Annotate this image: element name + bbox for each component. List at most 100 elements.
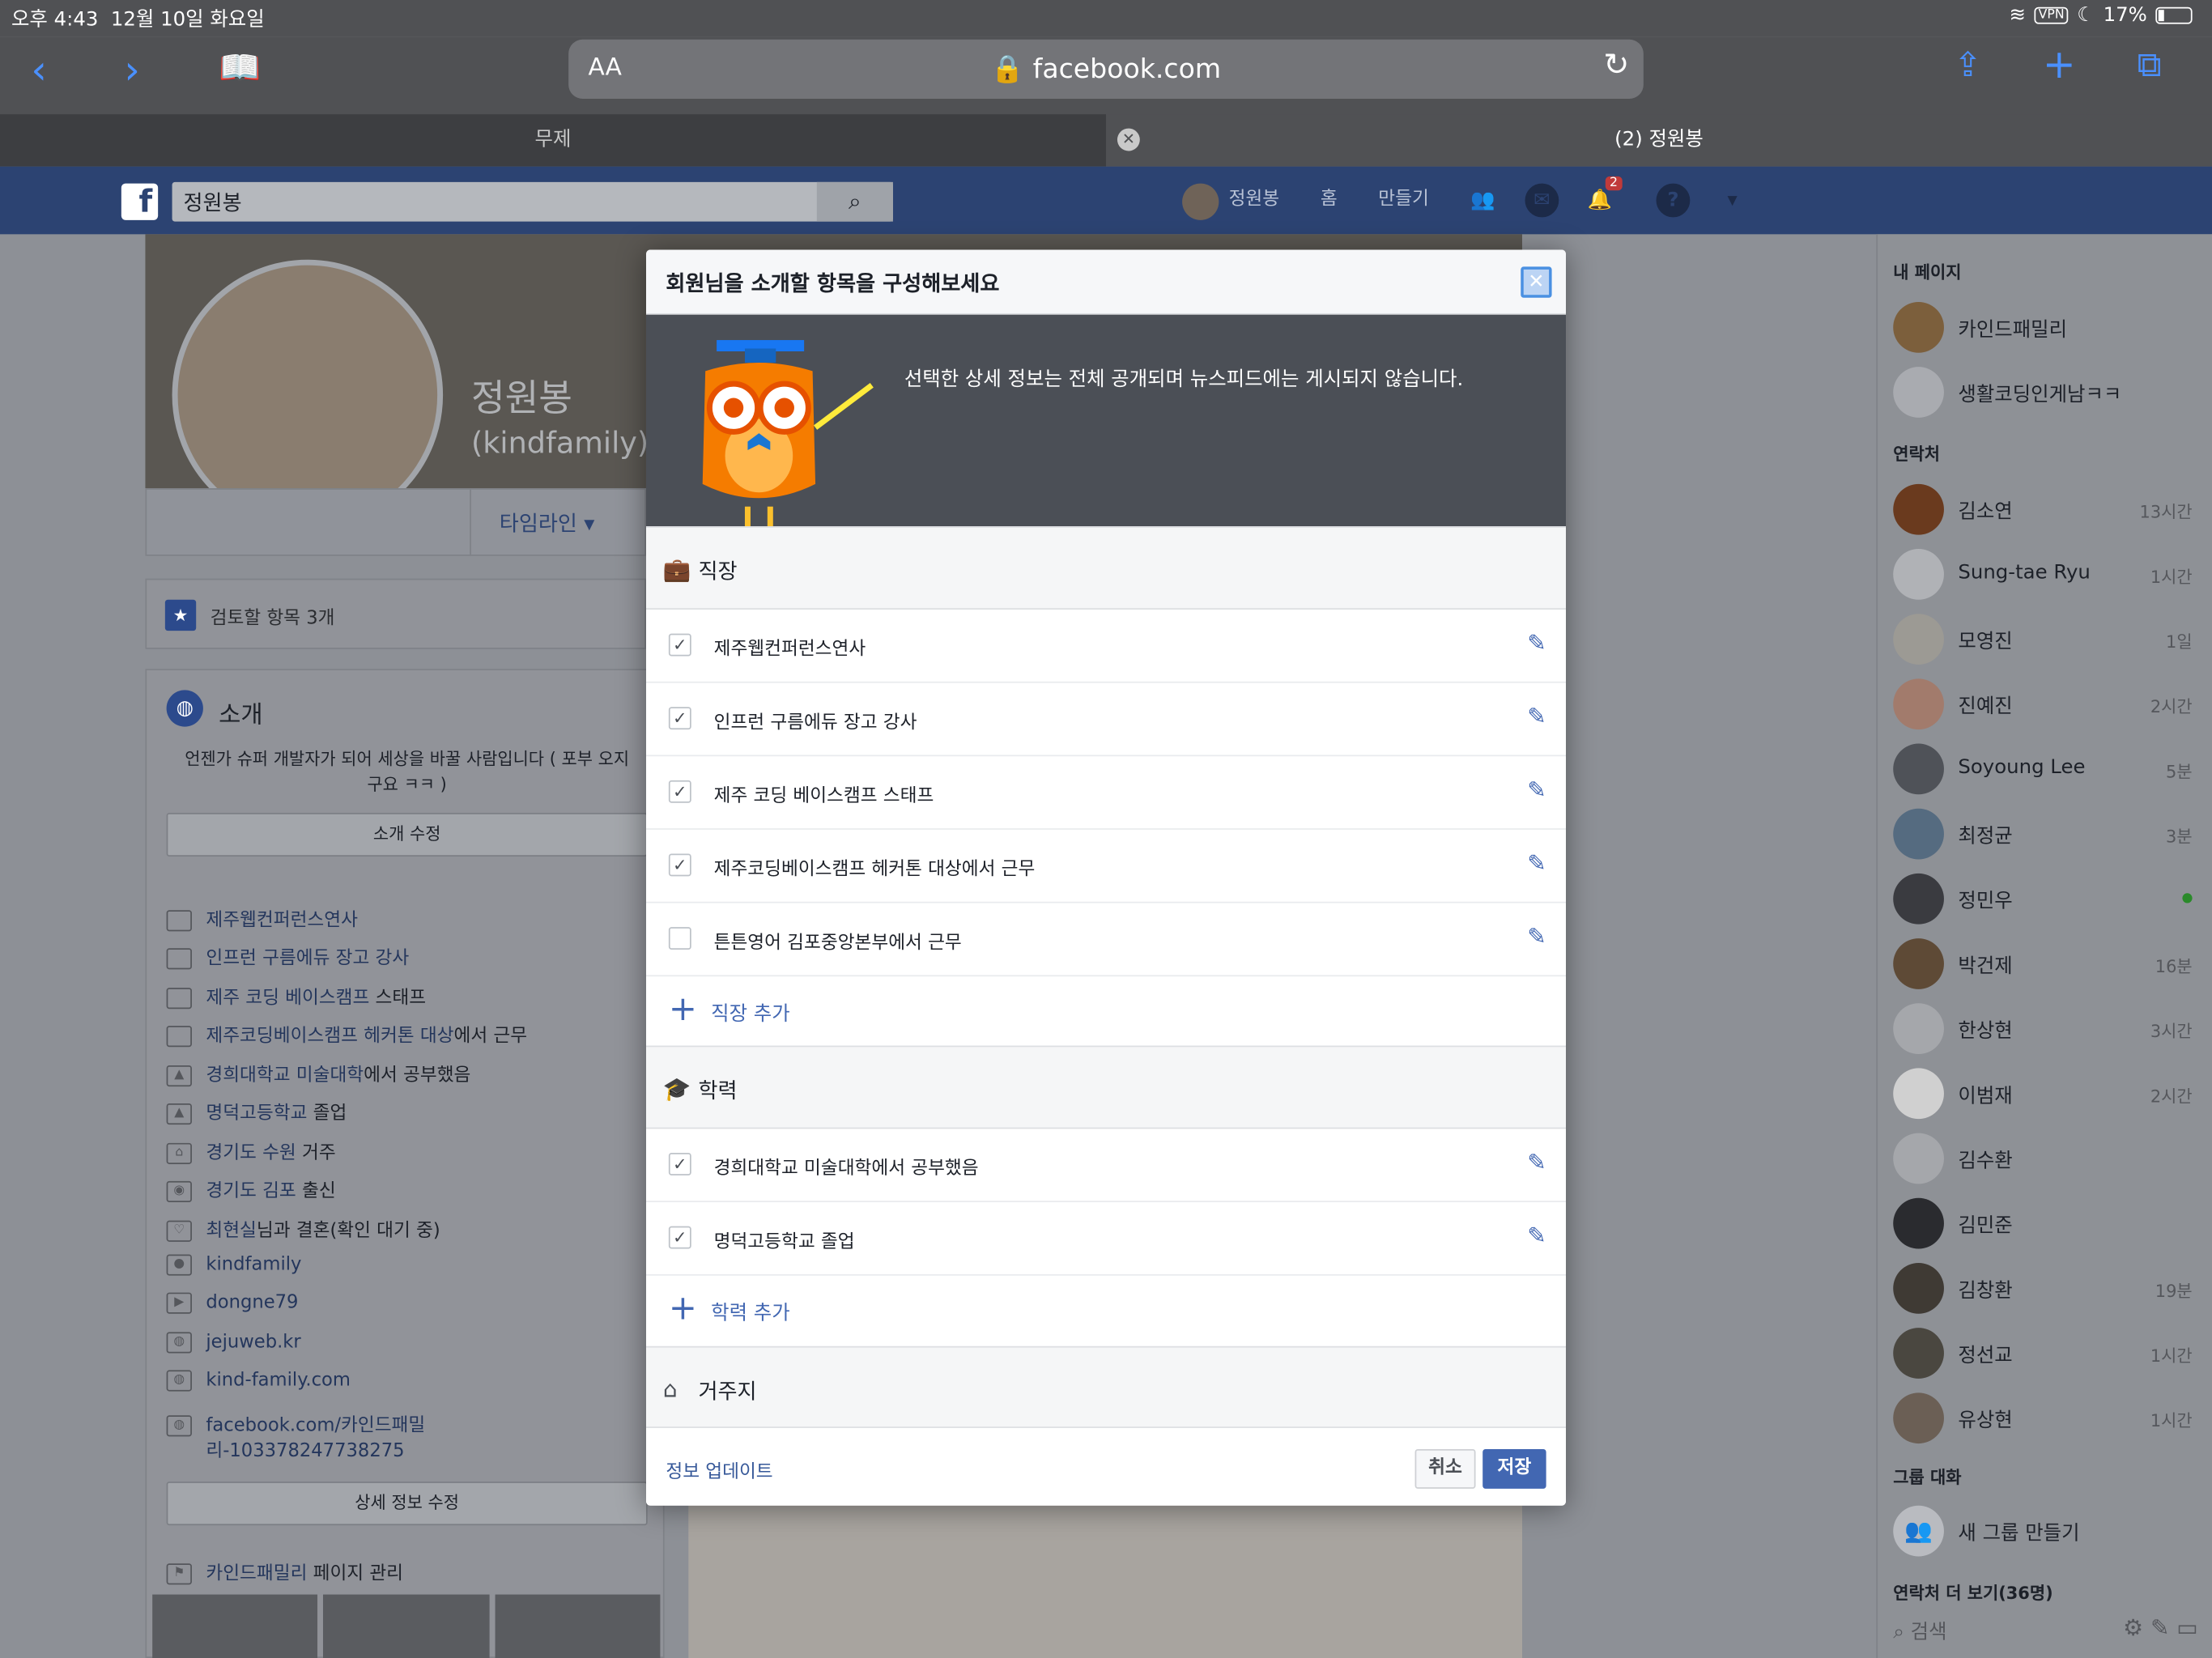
dialog-title: 회원님을 소개할 항목을 구성해보세요: [666, 270, 1000, 297]
video-icon[interactable]: ▭: [2176, 1614, 2197, 1641]
messenger-icon[interactable]: ✉: [1525, 183, 1559, 218]
nav-home[interactable]: 홈: [1321, 167, 1338, 235]
contact-item[interactable]: 정선교 1시간: [1893, 1325, 2193, 1382]
cancel-button[interactable]: 취소: [1414, 1449, 1476, 1489]
more-contacts-link[interactable]: 연락처 더 보기(36명): [1893, 1580, 2052, 1605]
chat-search-input[interactable]: ⌕ 검색: [1893, 1617, 1946, 1645]
help-icon[interactable]: ?: [1656, 183, 1691, 218]
intro-item[interactable]: ◍ facebook.com/카인드패밀: [166, 1409, 425, 1438]
new-tab-icon[interactable]: +: [2043, 45, 2076, 85]
edit-intro-button[interactable]: 소개 수정: [166, 812, 648, 857]
intro-item[interactable]: ⌂ 경기도 수원 거주: [166, 1137, 336, 1166]
update-info-link[interactable]: 정보 업데이트: [666, 1456, 772, 1483]
search-input[interactable]: 정원봉 ⌕: [172, 181, 893, 222]
intro-item[interactable]: ▶ dongne79: [166, 1292, 298, 1321]
bookmarks-icon[interactable]: 📖: [219, 51, 261, 85]
intro-item[interactable]: 제주코딩베이스캠프 헤커톤 대상에서 근무: [166, 1020, 528, 1048]
share-icon[interactable]: ⇪: [1954, 48, 1982, 82]
pencil-icon[interactable]: ✎: [1527, 776, 1546, 803]
feed-photo[interactable]: [688, 1504, 1522, 1658]
pencil-icon[interactable]: ✎: [1527, 849, 1546, 876]
avatar: [1893, 1328, 1944, 1379]
address-bar[interactable]: AA 🔒 facebook.com ↻: [568, 39, 1644, 100]
nav-create[interactable]: 만들기: [1378, 167, 1429, 235]
edit-details-button[interactable]: 상세 정보 수정: [166, 1482, 648, 1526]
contact-item[interactable]: 김수환: [1893, 1130, 2192, 1187]
intro-item[interactable]: ◍ kind-family.com: [166, 1370, 351, 1398]
pencil-icon[interactable]: ✎: [1527, 923, 1546, 950]
gear-icon[interactable]: ⚙: [2123, 1614, 2143, 1641]
contact-item[interactable]: Sung-tae Ryu 1시간: [1893, 546, 2193, 603]
review-card[interactable]: ★ 검토할 항목 3개: [145, 578, 646, 649]
friends-icon[interactable]: 👥: [1465, 184, 1499, 218]
tabs-overview-icon[interactable]: ⧉: [2138, 48, 2162, 82]
sidebar-page-item[interactable]: 생활코딩인게남ㅋㅋ: [1893, 364, 2192, 421]
avatar: [1893, 549, 1944, 600]
briefcase-icon: [166, 948, 192, 970]
education-section-header: 🎓 학력: [645, 1045, 1567, 1129]
pencil-icon[interactable]: ✎: [1527, 1149, 1546, 1175]
intro-item[interactable]: 인프런 구름에듀 장고 강사: [166, 942, 410, 971]
intro-item[interactable]: ◍ jejuweb.kr: [166, 1332, 301, 1360]
new-group-button[interactable]: 👥 새 그룹 만들기: [1893, 1503, 2192, 1559]
nav-profile[interactable]: 정원봉: [1229, 167, 1280, 235]
pencil-icon[interactable]: ✎: [1527, 629, 1546, 656]
reload-icon[interactable]: ↻: [1603, 48, 1629, 83]
contact-item[interactable]: 김소연 13시간: [1893, 481, 2193, 538]
intro-item-continued[interactable]: 리-103378247738275: [206, 1435, 404, 1464]
intro-item[interactable]: 제주 코딩 베이스캠프 스태프: [166, 982, 426, 1010]
avatar[interactable]: [1182, 183, 1219, 220]
browser-tabs: 무제 ✕ (2) 정원봉: [0, 114, 2212, 167]
work-checkbox[interactable]: ✓: [668, 780, 691, 803]
pencil-icon[interactable]: ✎: [1527, 703, 1546, 729]
photo-thumbnail[interactable]: [494, 1594, 661, 1658]
search-icon[interactable]: ⌕: [816, 181, 893, 222]
education-checkbox[interactable]: ✓: [668, 1153, 691, 1175]
add-education-button[interactable]: + 학력 추가: [646, 1276, 1566, 1350]
contact-item[interactable]: 한상현 3시간: [1893, 1001, 2193, 1057]
chat-options: ⚙ ✎ ▭: [2123, 1614, 2197, 1641]
contact-item[interactable]: 박건제 16분: [1893, 936, 2193, 993]
intro-item[interactable]: ▲ 명덕고등학교 졸업: [166, 1098, 347, 1126]
contact-item[interactable]: 김창환 19분: [1893, 1260, 2193, 1316]
sidebar-page-item[interactable]: 카인드패밀리: [1893, 300, 2192, 356]
manage-page-link[interactable]: ⚑ 카인드패밀리 페이지 관리: [166, 1558, 403, 1586]
education-checkbox[interactable]: ✓: [668, 1226, 691, 1249]
intro-item[interactable]: ♡ 최현실님과 결혼(확인 대기 중): [166, 1215, 440, 1244]
forward-icon[interactable]: ›: [124, 50, 140, 91]
contact-item[interactable]: 진예진 2시간: [1893, 676, 2193, 733]
contact-item[interactable]: 유상현 1시간: [1893, 1390, 2193, 1447]
add-work-button[interactable]: + 직장 추가: [646, 976, 1566, 1050]
photo-thumbnail[interactable]: [323, 1594, 489, 1658]
close-tab-icon[interactable]: ✕: [1117, 128, 1140, 151]
back-icon[interactable]: ‹: [31, 50, 47, 91]
contact-item[interactable]: 정민우: [1893, 870, 2193, 927]
work-checkbox[interactable]: ✓: [668, 707, 691, 730]
close-icon[interactable]: ✕: [1521, 266, 1552, 298]
intro-item[interactable]: ◉ 경기도 김포 출신: [166, 1175, 336, 1204]
facebook-logo-icon[interactable]: f: [121, 183, 159, 220]
avatar: [1893, 1197, 1944, 1249]
intro-item[interactable]: 제주웹컨퍼런스연사: [166, 904, 358, 933]
work-checkbox[interactable]: ✓: [668, 853, 691, 877]
account-menu-icon[interactable]: ▾: [1716, 184, 1750, 218]
work-checkbox[interactable]: [668, 927, 691, 950]
tab-facebook[interactable]: ✕ (2) 정원봉: [1106, 114, 2212, 167]
contact-item[interactable]: Soyoung Lee 5분: [1893, 741, 2193, 797]
contact-item[interactable]: 이범재 2시간: [1893, 1065, 2193, 1122]
notification-badge: 2: [1605, 176, 1623, 191]
timeline-tab[interactable]: 타임라인 ▾: [470, 488, 643, 556]
contact-item[interactable]: 최정균 3분: [1893, 806, 2193, 862]
briefcase-icon: [166, 910, 192, 932]
intro-item[interactable]: ▲ 경희대학교 미술대학에서 공부했음: [166, 1060, 471, 1088]
contact-item[interactable]: 김민준: [1893, 1195, 2192, 1252]
tab-untitled[interactable]: 무제: [0, 114, 1106, 167]
intro-item[interactable]: ● kindfamily: [166, 1254, 301, 1283]
pencil-icon[interactable]: ✎: [1527, 1222, 1546, 1248]
moon-icon: ☾: [2077, 4, 2095, 28]
compose-icon[interactable]: ✎: [2150, 1614, 2169, 1641]
work-checkbox[interactable]: ✓: [668, 633, 691, 657]
save-button[interactable]: 저장: [1482, 1449, 1546, 1489]
photo-thumbnail[interactable]: [152, 1594, 318, 1658]
contact-item[interactable]: 모영진 1일: [1893, 611, 2193, 668]
